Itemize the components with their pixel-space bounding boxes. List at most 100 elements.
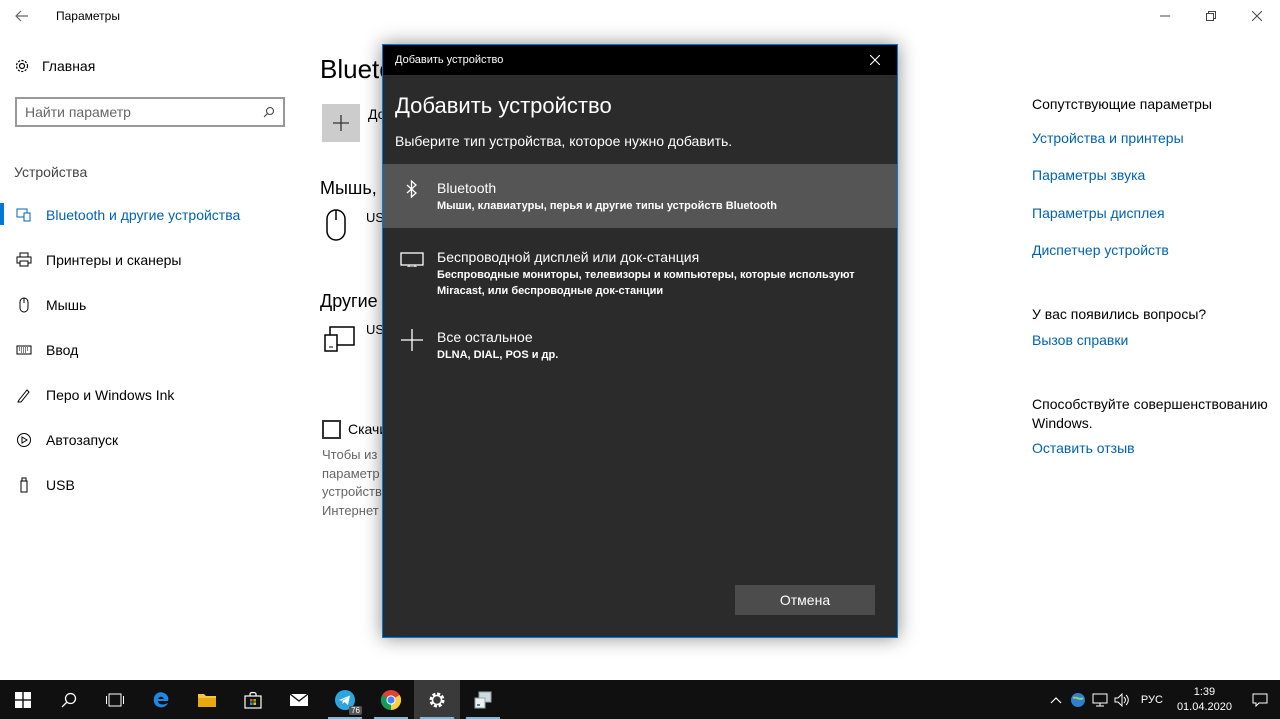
- home-link[interactable]: Главная: [14, 58, 95, 74]
- edge-button[interactable]: [138, 680, 184, 719]
- help-link[interactable]: Вызов справки: [1032, 332, 1128, 348]
- start-button[interactable]: [0, 680, 46, 719]
- autoplay-icon: [16, 432, 32, 448]
- display-settings-link[interactable]: Параметры дисплея: [1032, 205, 1165, 221]
- search-box[interactable]: [15, 97, 285, 127]
- gear-icon: [15, 59, 29, 73]
- close-button[interactable]: [1234, 0, 1280, 32]
- sidebar-item-usb[interactable]: USB: [0, 462, 300, 507]
- sidebar-item-bluetooth[interactable]: Bluetooth и другие устройства: [0, 192, 300, 237]
- note-line: Интернет: [322, 502, 379, 518]
- improve-text: Способствуйте совершенствованию Windows.: [1032, 396, 1268, 431]
- questions-heading: У вас появились вопросы?: [1032, 306, 1207, 322]
- search-input[interactable]: [25, 104, 263, 120]
- section-label: Устройства: [14, 164, 88, 180]
- devices-printers-link[interactable]: Устройства и принтеры: [1032, 130, 1184, 146]
- globe-app-icon: [1070, 692, 1085, 707]
- pen-icon: [16, 387, 32, 403]
- sidebar-item-input[interactable]: Ввод: [0, 327, 300, 372]
- window-controls: [1142, 0, 1280, 32]
- option-desc: Мыши, клавиатуры, перья и другие типы ус…: [437, 200, 778, 212]
- related-heading: Сопутствующие параметры: [1032, 96, 1212, 112]
- chevron-up-icon: [1050, 696, 1062, 703]
- language-indicator[interactable]: РУС: [1141, 694, 1163, 706]
- dialog-titlebar: Добавить устройство: [383, 45, 897, 75]
- settings-titlebar: Параметры: [0, 0, 1280, 32]
- printer-icon: [16, 252, 32, 268]
- keyboard-icon: [16, 342, 32, 358]
- usb-icon: [16, 477, 32, 493]
- show-hidden-icons-button[interactable]: [1045, 680, 1067, 719]
- dialog-close-button[interactable]: [853, 45, 897, 75]
- store-bag-icon: [244, 691, 262, 709]
- action-center-button[interactable]: [1240, 680, 1280, 719]
- dialog-subtitle: Выберите тип устройства, которое нужно д…: [395, 133, 733, 149]
- minimize-button[interactable]: [1142, 0, 1188, 32]
- note-line: устройств: [322, 484, 382, 499]
- sidebar-item-label: Мышь: [46, 296, 87, 313]
- tray-app-icon[interactable]: [1067, 680, 1089, 719]
- telegram-button[interactable]: 76: [322, 680, 368, 719]
- back-arrow-icon: [15, 10, 28, 22]
- option-bluetooth[interactable]: Bluetooth Мыши, клавиатуры, перья и друг…: [383, 164, 897, 228]
- settings-taskbar-button[interactable]: [414, 680, 460, 719]
- store-button[interactable]: [230, 680, 276, 719]
- cancel-button[interactable]: Отмена: [735, 585, 875, 615]
- option-desc: DLNA, DIAL, POS и др.: [437, 349, 559, 361]
- sidebar-item-mouse[interactable]: Мышь: [0, 282, 300, 327]
- device-app-button[interactable]: [460, 680, 506, 719]
- back-button[interactable]: [0, 0, 44, 32]
- plus-icon: [395, 329, 429, 375]
- mouse-section-heading: Мышь,: [320, 178, 377, 198]
- plus-icon: [333, 115, 349, 131]
- mail-button[interactable]: [276, 680, 322, 719]
- mouse-device-icon: [324, 208, 348, 247]
- option-desc: Беспроводные мониторы, телевизоры и комп…: [437, 269, 855, 297]
- other-section-heading: Другие: [320, 291, 378, 311]
- device-manager-link[interactable]: Диспетчер устройств: [1032, 242, 1169, 258]
- volume-button[interactable]: [1111, 680, 1133, 719]
- sidebar-item-printers[interactable]: Принтеры и сканеры: [0, 237, 300, 282]
- sidebar-item-pen[interactable]: Перо и Windows Ink: [0, 372, 300, 417]
- system-tray: РУС 1:39 01.04.2020: [1045, 680, 1280, 719]
- mail-icon: [289, 692, 309, 706]
- task-view-button[interactable]: [92, 680, 138, 719]
- restore-button[interactable]: [1188, 0, 1234, 32]
- telegram-badge: 76: [349, 706, 362, 715]
- dialog-window-title: Добавить устройство: [395, 54, 504, 66]
- mouse-icon: [16, 297, 32, 313]
- folder-icon: [198, 693, 216, 707]
- bluetooth-devices-icon: [16, 207, 32, 223]
- option-wireless-display[interactable]: Беспроводной дисплей или док-станция Бес…: [383, 233, 897, 311]
- feedback-link[interactable]: Оставить отзыв: [1032, 440, 1135, 456]
- sound-settings-link[interactable]: Параметры звука: [1032, 167, 1145, 183]
- notification-icon: [1252, 693, 1268, 707]
- note-line: Чтобы из: [322, 447, 378, 462]
- add-device-dialog: Добавить устройство Добавить устройство …: [382, 44, 898, 638]
- minimize-icon: [1160, 15, 1170, 17]
- sidebar-item-label: Принтеры и сканеры: [46, 251, 182, 268]
- option-title: Беспроводной дисплей или док-станция: [437, 249, 700, 265]
- task-view-icon: [106, 693, 124, 706]
- dialog-heading: Добавить устройство: [395, 93, 612, 118]
- option-everything-else[interactable]: Все остальное DLNA, DIAL, POS и др.: [383, 315, 897, 375]
- close-icon: [1252, 11, 1262, 21]
- file-explorer-button[interactable]: [184, 680, 230, 719]
- sidebar-item-label: Ввод: [46, 341, 79, 358]
- note-line: параметр: [322, 465, 380, 481]
- network-button[interactable]: [1089, 680, 1111, 719]
- clock-date: 01.04.2020: [1176, 700, 1232, 713]
- network-icon: [1092, 693, 1108, 706]
- option-title: Bluetooth: [437, 180, 497, 196]
- restore-icon: [1206, 11, 1216, 21]
- chrome-button[interactable]: [368, 680, 414, 719]
- sidebar-item-label: USB: [46, 476, 75, 493]
- taskbar: 76 РУС 1:39 01.04.2020: [0, 680, 1280, 719]
- clock[interactable]: 1:39 01.04.2020: [1177, 685, 1232, 715]
- add-device-button[interactable]: [322, 104, 360, 142]
- monitor-icon: [395, 249, 429, 311]
- sidebar-item-label: Bluetooth и другие устройства: [46, 206, 241, 223]
- metered-download-checkbox[interactable]: [322, 420, 341, 439]
- search-taskbar-button[interactable]: [46, 680, 92, 719]
- sidebar-item-autoplay[interactable]: Автозапуск: [0, 417, 300, 462]
